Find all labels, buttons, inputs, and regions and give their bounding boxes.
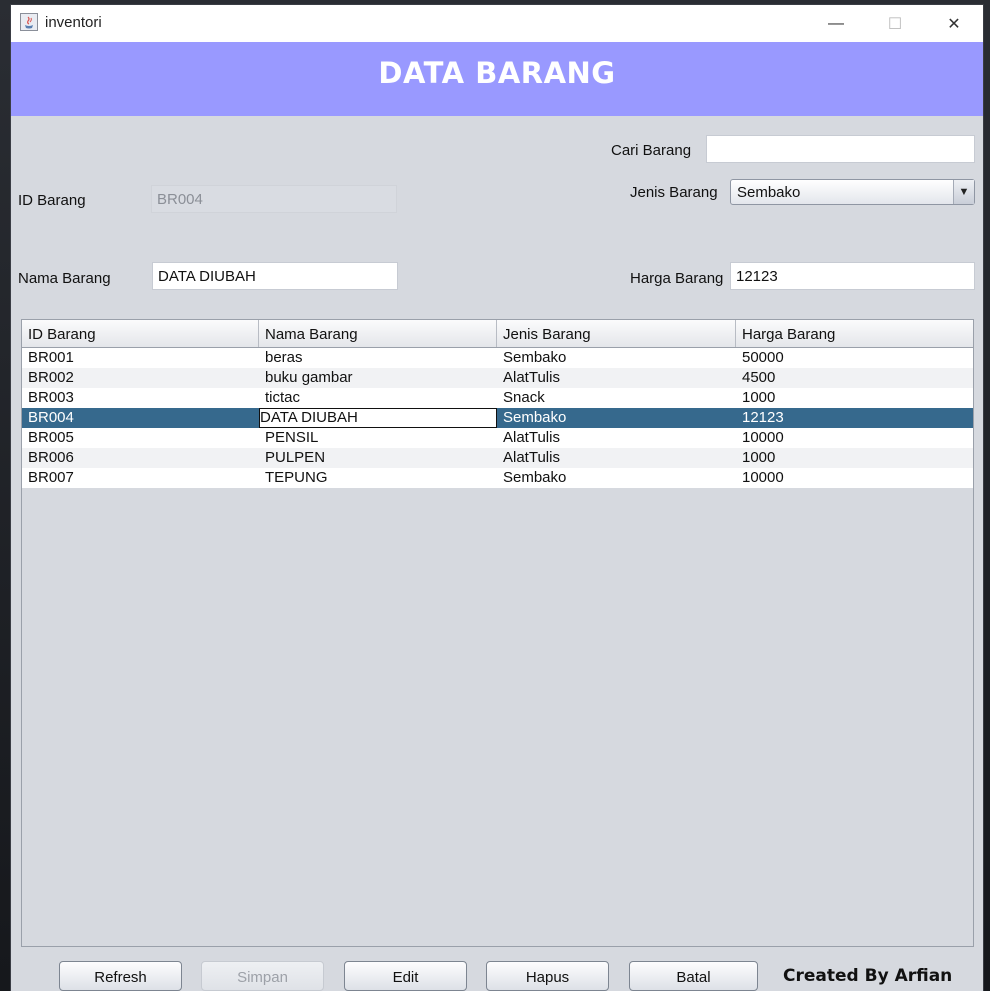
- cell-harga[interactable]: 1000: [736, 388, 973, 408]
- simpan-button: Simpan: [201, 961, 324, 991]
- cell-nama-editing[interactable]: DATA DIUBAH: [259, 408, 497, 428]
- minimize-button[interactable]: —: [807, 5, 865, 42]
- table-row[interactable]: BR003 tictac Snack 1000: [22, 388, 973, 408]
- page-header: DATA BARANG: [11, 42, 983, 116]
- cell-id[interactable]: BR003: [22, 388, 259, 408]
- column-header-harga[interactable]: Harga Barang: [736, 320, 973, 347]
- nama-barang-label: Nama Barang: [18, 270, 111, 287]
- edit-button[interactable]: Edit: [344, 961, 467, 991]
- cell-jenis[interactable]: AlatTulis: [497, 368, 736, 388]
- chevron-down-icon[interactable]: ▼: [953, 180, 974, 204]
- cell-jenis[interactable]: Sembako: [497, 348, 736, 368]
- cell-id[interactable]: BR006: [22, 448, 259, 468]
- maximize-button[interactable]: ☐: [866, 5, 924, 42]
- column-header-jenis[interactable]: Jenis Barang: [497, 320, 736, 347]
- table-row-selected[interactable]: BR004 DATA DIUBAH Sembako 12123: [22, 408, 973, 428]
- java-app-icon: [20, 13, 38, 31]
- cell-harga[interactable]: 10000: [736, 468, 973, 488]
- nama-barang-field[interactable]: DATA DIUBAH: [152, 262, 398, 290]
- cell-harga[interactable]: 4500: [736, 368, 973, 388]
- id-barang-field: BR004: [151, 185, 397, 213]
- id-barang-label: ID Barang: [18, 192, 86, 209]
- cell-jenis[interactable]: AlatTulis: [497, 448, 736, 468]
- cell-jenis[interactable]: Sembako: [497, 468, 736, 488]
- cell-nama[interactable]: TEPUNG: [259, 468, 497, 488]
- cell-id[interactable]: BR004: [22, 408, 259, 428]
- cell-harga[interactable]: 50000: [736, 348, 973, 368]
- table-body: BR001 beras Sembako 50000 BR002 buku gam…: [22, 348, 973, 488]
- cell-nama[interactable]: PENSIL: [259, 428, 497, 448]
- cell-harga[interactable]: 10000: [736, 428, 973, 448]
- hapus-button[interactable]: Hapus: [486, 961, 609, 991]
- harga-barang-field[interactable]: 12123: [730, 262, 975, 290]
- table-header: ID Barang Nama Barang Jenis Barang Harga…: [22, 320, 973, 348]
- cell-nama[interactable]: PULPEN: [259, 448, 497, 468]
- cell-nama[interactable]: beras: [259, 348, 497, 368]
- cell-harga[interactable]: 12123: [736, 408, 973, 428]
- table-row[interactable]: BR005 PENSIL AlatTulis 10000: [22, 428, 973, 448]
- minimize-icon: —: [828, 14, 844, 32]
- search-input[interactable]: [706, 135, 975, 163]
- table-row[interactable]: BR001 beras Sembako 50000: [22, 348, 973, 368]
- harga-barang-label: Harga Barang: [630, 270, 724, 287]
- refresh-button[interactable]: Refresh: [59, 961, 182, 991]
- jenis-barang-selected: Sembako: [737, 184, 801, 201]
- cell-jenis[interactable]: AlatTulis: [497, 428, 736, 448]
- page-title: DATA BARANG: [378, 56, 616, 90]
- column-header-nama[interactable]: Nama Barang: [259, 320, 497, 347]
- window-title: inventori: [45, 14, 102, 31]
- close-button[interactable]: ✕: [925, 5, 983, 42]
- batal-button[interactable]: Batal: [629, 961, 758, 991]
- maximize-icon: ☐: [887, 15, 903, 33]
- cell-id[interactable]: BR002: [22, 368, 259, 388]
- cell-id[interactable]: BR007: [22, 468, 259, 488]
- column-header-id[interactable]: ID Barang: [22, 320, 259, 347]
- table-row[interactable]: BR006 PULPEN AlatTulis 1000: [22, 448, 973, 468]
- cell-id[interactable]: BR005: [22, 428, 259, 448]
- cell-id[interactable]: BR001: [22, 348, 259, 368]
- table-row[interactable]: BR002 buku gambar AlatTulis 4500: [22, 368, 973, 388]
- app-window: inventori — ☐ ✕ DATA BARANG Cari Barang …: [11, 5, 983, 991]
- data-table[interactable]: ID Barang Nama Barang Jenis Barang Harga…: [21, 319, 974, 947]
- jenis-barang-label: Jenis Barang: [630, 184, 718, 201]
- title-bar[interactable]: inventori — ☐ ✕: [11, 5, 983, 42]
- cari-barang-label: Cari Barang: [611, 142, 692, 159]
- table-row[interactable]: BR007 TEPUNG Sembako 10000: [22, 468, 973, 488]
- cell-nama[interactable]: buku gambar: [259, 368, 497, 388]
- jenis-barang-select[interactable]: Sembako ▼: [730, 179, 975, 205]
- credit-text: Created By Arfian: [783, 966, 953, 986]
- cell-harga[interactable]: 1000: [736, 448, 973, 468]
- cell-jenis[interactable]: Sembako: [497, 408, 736, 428]
- cell-nama[interactable]: tictac: [259, 388, 497, 408]
- close-icon: ✕: [947, 15, 961, 33]
- cell-jenis[interactable]: Snack: [497, 388, 736, 408]
